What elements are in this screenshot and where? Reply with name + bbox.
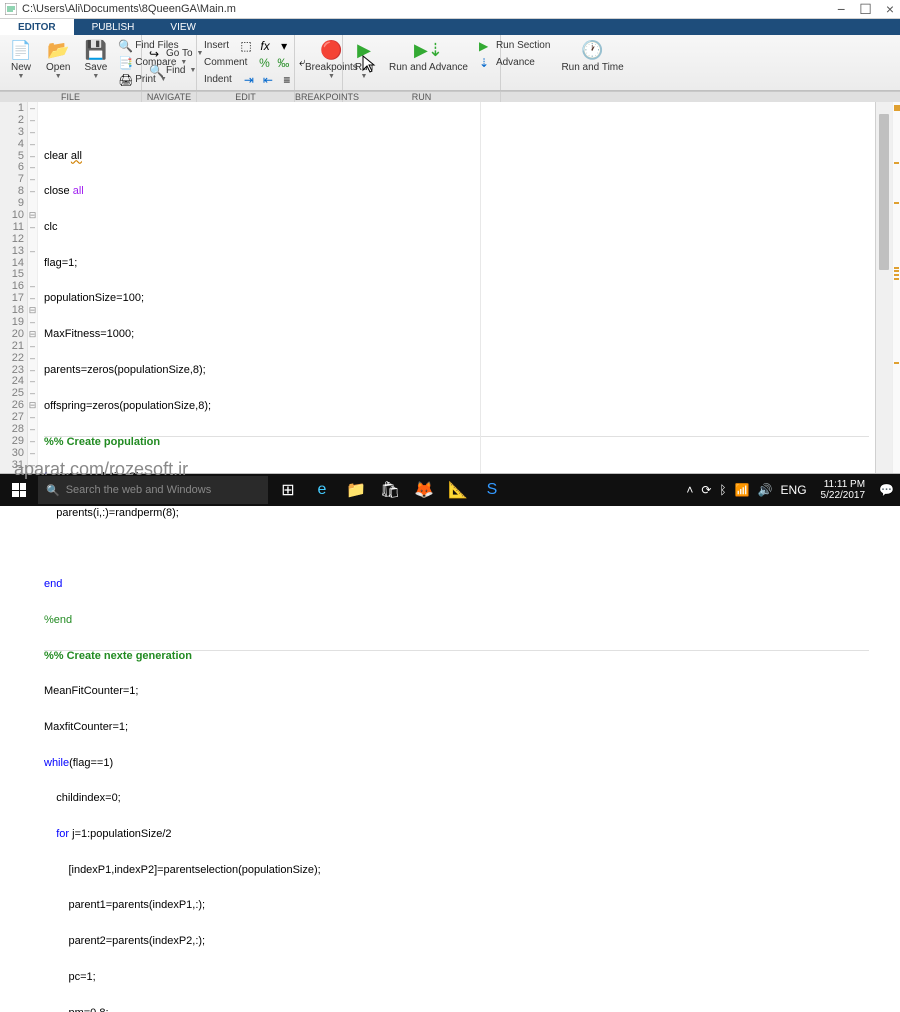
advance-button[interactable]: ⇣Advance [476,54,553,71]
chevron-down-icon: ▼ [92,73,99,80]
group-breakpoints: BREAKPOINTS [295,92,343,102]
window-controls: − ☐ × [837,2,894,16]
compare-icon: 📑 [118,56,132,70]
tray-notifications-icon[interactable]: 💬 [879,483,894,497]
line-gutter[interactable]: 1234567891011121314151617181920212223242… [0,102,28,473]
ribbon: 📄 New ▼ 📂 Open ▼ 💾 Save ▼ 🔍Find Files 📑C… [0,35,900,91]
run-icon: ▶ [353,39,375,61]
matlab-icon[interactable]: 📐 [442,474,474,506]
uncomment-icon[interactable]: ‰ [275,55,291,71]
run-section-button[interactable]: ▶Run Section [476,37,553,54]
open-icon: 📂 [47,39,69,61]
search-icon: 🔍 [149,64,163,78]
insert-more-icon[interactable]: ▾ [276,38,292,54]
tab-view[interactable]: VIEW [152,19,214,35]
search-icon: 🔍 [46,484,60,497]
run-advance-icon: ▶⇣ [417,39,439,61]
save-button[interactable]: 💾 Save ▼ [78,37,113,82]
fold-gutter[interactable]: ––––––––⊟––––⊟–⊟–––––⊟––––– [28,102,38,473]
chevron-down-icon: ▼ [55,73,62,80]
clock-icon: 🕐 [582,39,604,61]
insert-fx-icon[interactable]: fx [257,38,273,54]
explorer-icon[interactable]: 📁 [340,474,372,506]
indent-icon[interactable]: ⇥ [241,72,257,88]
code-editor[interactable]: clear all close all clc flag=1; populati… [38,102,875,473]
advance-icon: ⇣ [479,56,493,70]
edge-icon[interactable]: e [306,474,338,506]
group-run: RUN [343,92,501,102]
group-navigate: NAVIGATE [142,92,197,102]
minimize-button[interactable]: − [837,2,845,16]
scrollbar-thumb[interactable] [879,114,889,270]
app-icon [4,2,18,16]
tray-clock[interactable]: 11:11 PM 5/22/2017 [815,479,872,501]
run-button[interactable]: ▶ Run ▼ [347,37,381,82]
firefox-icon[interactable]: 🦊 [408,474,440,506]
tray-up-icon[interactable]: ˄ [686,483,693,497]
tray-volume-icon[interactable]: 🔊 [758,483,773,497]
tray-lang[interactable]: ENG [781,483,807,497]
taskbar: 🔍 Search the web and Windows ⊞ e 📁 🛍 🦊 📐… [0,474,900,506]
new-icon: 📄 [10,39,32,61]
ribbon-group-labels: FILE NAVIGATE EDIT BREAKPOINTS RUN [0,91,900,102]
chevron-down-icon: ▼ [361,73,368,80]
maximize-button[interactable]: ☐ [859,2,872,16]
chevron-down-icon: ▼ [18,73,25,80]
comment-icon[interactable]: % [256,55,272,71]
run-advance-button[interactable]: ▶⇣ Run and Advance [383,37,474,75]
open-button[interactable]: 📂 Open ▼ [40,37,76,82]
ribbon-tabs: EDITOR PUBLISH VIEW [0,19,900,35]
outdent-icon[interactable]: ⇤ [260,72,276,88]
tray-bluetooth-icon[interactable]: ᛒ [719,483,726,497]
tray-network-icon[interactable]: 📶 [735,483,750,497]
taskbar-search[interactable]: 🔍 Search the web and Windows [38,476,268,504]
chevron-down-icon: ▼ [328,73,335,80]
windows-icon [12,483,26,497]
goto-icon: ↪ [149,47,163,61]
tab-publish[interactable]: PUBLISH [74,19,153,35]
insert-section-icon[interactable]: ⬚ [238,38,254,54]
title-bar: C:\Users\Ali\Documents\8QueenGA\Main.m −… [0,0,900,19]
window-title: C:\Users\Ali\Documents\8QueenGA\Main.m [22,3,837,15]
sublime-icon[interactable]: S [476,474,508,506]
store-icon[interactable]: 🛍 [374,474,406,506]
group-edit: EDIT [197,92,295,102]
run-section-icon: ▶ [479,39,493,53]
editor-area: 1234567891011121314151617181920212223242… [0,102,900,473]
smart-indent-icon[interactable]: ≡ [279,72,295,88]
group-file: FILE [0,92,142,102]
taskview-button[interactable]: ⊞ [272,474,304,506]
task-icons: ⊞ e 📁 🛍 🦊 📐 S [272,474,508,506]
start-button[interactable] [0,474,38,506]
search-placeholder: Search the web and Windows [66,484,212,496]
tray-sync-icon[interactable]: ⟳ [701,483,711,497]
vertical-scrollbar[interactable] [875,102,892,473]
new-button[interactable]: 📄 New ▼ [4,37,38,82]
chevron-down-icon: ▼ [189,67,196,74]
run-time-button[interactable]: 🕐 Run and Time [555,37,629,75]
close-button[interactable]: × [886,2,894,16]
marker-strip[interactable] [892,102,900,473]
print-icon: 🖨 [118,73,132,87]
system-tray: ˄ ⟳ ᛒ 📶 🔊 ENG 11:11 PM 5/22/2017 💬 [680,479,900,501]
breakpoint-icon: 🔴 [320,39,342,61]
tab-editor[interactable]: EDITOR [0,19,74,35]
find-icon: 🔍 [118,39,132,53]
save-icon: 💾 [85,39,107,61]
